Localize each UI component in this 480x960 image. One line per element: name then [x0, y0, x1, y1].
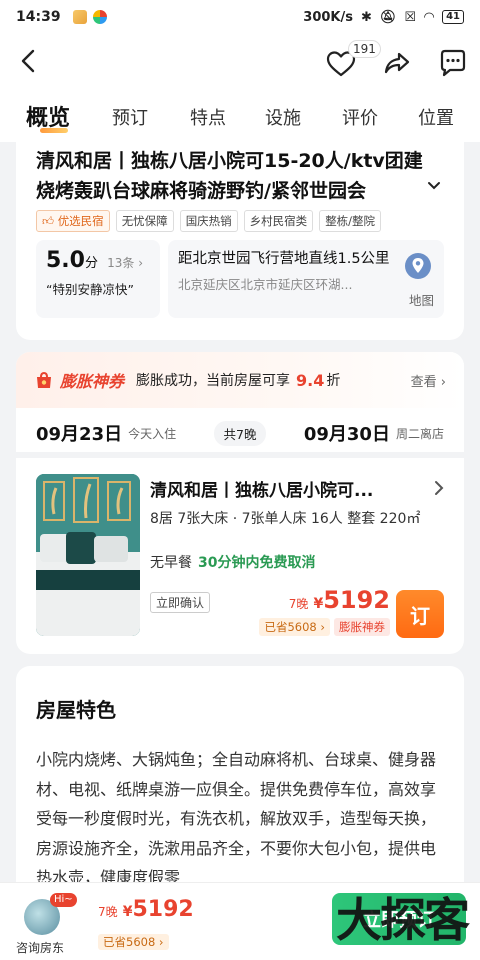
coupon-rate: 9.4 — [296, 370, 325, 390]
savings-row: 已省5608 › 膨胀神券 — [259, 618, 390, 636]
bottom-saved-amount: 已省5608 — [103, 935, 156, 949]
tag-guarantee: 无忧保障 — [115, 210, 174, 232]
room-policy: 无早餐 30分钟内免费取消 — [150, 552, 315, 572]
coupon-name: 膨胀神券 — [60, 372, 125, 391]
room-card[interactable]: 清风和居丨独栋八居小院可... 8居 7张大床 · 7张单人床 16人 整套 2… — [16, 458, 464, 654]
currency-symbol: ¥ — [313, 596, 324, 612]
info-row: 5.0分 13条 › “特别安静凉快” 距北京世园飞行营地直线1.5公里 北京延… — [36, 240, 444, 318]
checkout-note: 周二离店 — [395, 426, 444, 441]
app-notification-icon — [72, 10, 87, 24]
chevron-right-icon[interactable] — [432, 480, 446, 496]
listing-title: 清风和居丨独栋八居小院可15-20人/ktv团建烧烤轰趴台球麻将骑游野钓/紧邻世… — [36, 150, 423, 202]
listing-tags: 👍︎ 优选民宿 无忧保障 国庆热销 乡村民宿类 整栋/整院 — [36, 210, 444, 232]
hi-badge: Hi~ — [50, 893, 77, 907]
rating-unit: 分 — [84, 256, 98, 271]
coupon-tag: 膨胀神券 — [334, 618, 390, 636]
location-distance: 距北京世园飞行营地直线1.5公里 — [178, 251, 390, 267]
features-title: 房屋特色 — [36, 698, 116, 722]
mute-icon: 🔕︎ — [379, 9, 397, 25]
coupon-bag-icon — [37, 371, 51, 388]
tag-whole-house: 整栋/整院 — [319, 210, 382, 232]
bottom-price-value: 5192 — [132, 897, 194, 922]
favorite-count: 191 — [348, 40, 381, 58]
network-speed: 300K/s — [303, 9, 353, 25]
back-icon[interactable] — [14, 46, 44, 76]
room-photo-illustration — [36, 474, 140, 636]
features-body: 小院内烧烤、大锅炖鱼；全自动麻将机、台球桌、健身器材、电视、纸牌桌游一应俱全。提… — [36, 750, 437, 887]
tab-location[interactable]: 位置 — [418, 104, 454, 130]
listing-summary-card: 清风和居丨独栋八居小院可15-20人/ktv团建烧烤轰趴台球麻将骑游野钓/紧邻世… — [16, 142, 464, 340]
saved-amount-tag: 已省5608 › — [259, 618, 330, 636]
bottom-saved-tag[interactable]: 已省5608 › — [98, 934, 169, 950]
app-notification-icon — [92, 10, 107, 24]
battery-icon: 41 — [442, 10, 464, 24]
section-tabs: 概览 预订 特点 设施 评价 位置 — [0, 90, 480, 142]
breakfast-info: 无早餐 — [150, 555, 192, 571]
cancel-policy: 30分钟内免费取消 — [198, 555, 316, 571]
review-count: 13条 › — [107, 256, 143, 270]
tag-rural: 乡村民宿类 — [243, 210, 314, 232]
chevron-down-icon[interactable] — [426, 178, 442, 194]
date-coupon-card: 膨胀神券 膨胀成功，当前房屋可享 9.4 折 查看 › 09月23日 今天入住 … — [16, 352, 464, 452]
bottom-savings: 已省5608 › — [98, 931, 169, 950]
review-count-text: 13条 — [107, 256, 135, 270]
rating-value: 5.0 — [46, 248, 85, 273]
nav-bar: 191 — [0, 34, 480, 90]
map-pin-icon[interactable] — [404, 252, 432, 280]
tab-features[interactable]: 特点 — [190, 104, 226, 130]
book-room-button[interactable]: 订 — [396, 590, 444, 638]
tab-booking[interactable]: 预订 — [112, 104, 148, 130]
room-price: 7晚 ¥5192 — [289, 586, 390, 614]
sim-icon: ☒ — [404, 9, 417, 25]
map-label[interactable]: 地图 — [409, 290, 434, 309]
contact-host-button[interactable]: 咨询房东 — [16, 939, 64, 956]
price-nights: 7晚 — [288, 597, 309, 611]
share-icon[interactable] — [382, 48, 412, 78]
rating-box[interactable]: 5.0分 13条 › “特别安静凉快” — [36, 240, 160, 318]
coupon-view-link[interactable]: 查看 › — [411, 371, 446, 390]
price-value: 5192 — [323, 586, 390, 614]
watermark-logo: 大探客 — [336, 893, 470, 947]
status-time: 14:39 — [16, 9, 61, 25]
bottom-price: 7晚 ¥5192 — [98, 897, 194, 922]
bottom-price-nights: 7晚 — [98, 905, 118, 919]
tab-reviews[interactable]: 评价 — [342, 104, 378, 130]
location-address: 北京延庆区北京市延庆区环湖... — [178, 277, 353, 292]
checkin-date[interactable]: 09月23日 — [36, 420, 122, 446]
active-tab-indicator — [40, 128, 68, 133]
message-icon[interactable] — [438, 48, 468, 78]
tag-hot: 国庆热销 — [179, 210, 238, 232]
wifi-icon: ◠ — [424, 9, 435, 25]
tag-label: 优选民宿 — [57, 214, 104, 228]
saved-amount: 已省5608 — [264, 620, 317, 634]
coupon-view-label: 查看 — [410, 374, 437, 390]
status-bar: 14:39 300K/s ✱ 🔕︎ ☒ ◠ 41 — [0, 0, 480, 34]
room-spec: 8居 7张大床 · 7张单人床 16人 整套 220㎡ — [150, 511, 421, 527]
coupon-bar[interactable]: 膨胀神券 膨胀成功，当前房屋可享 9.4 折 查看 › — [16, 352, 464, 408]
location-box[interactable]: 距北京世园飞行营地直线1.5公里 北京延庆区北京市延庆区环湖... 地图 — [168, 240, 444, 318]
rating-score: 5.0分 — [46, 248, 98, 273]
room-title[interactable]: 清风和居丨独栋八居小院可... — [150, 476, 426, 501]
checkin-note: 今天入住 — [128, 426, 177, 441]
date-selector[interactable]: 09月23日 今天入住 共7晚 09月30日 周二离店 — [16, 408, 464, 452]
tab-facilities[interactable]: 设施 — [265, 104, 301, 130]
nights-count: 共7晚 — [213, 420, 267, 446]
tag-preferred: 👍︎ 优选民宿 — [36, 210, 110, 232]
room-photo[interactable] — [36, 474, 140, 636]
coupon-text: 膨胀成功，当前房屋可享 — [136, 373, 291, 389]
bluetooth-icon: ✱ — [361, 9, 372, 25]
house-features-card: 房屋特色 小院内烧烤、大锅炖鱼；全自动麻将机、台球桌、健身器材、电视、纸牌桌游一… — [16, 666, 464, 906]
instant-confirm-tag: 立即确认 — [150, 592, 211, 613]
coupon-rate-unit: 折 — [326, 373, 341, 389]
review-quote: “特别安静凉快” — [46, 282, 134, 297]
checkout-date[interactable]: 09月30日 — [304, 420, 390, 446]
